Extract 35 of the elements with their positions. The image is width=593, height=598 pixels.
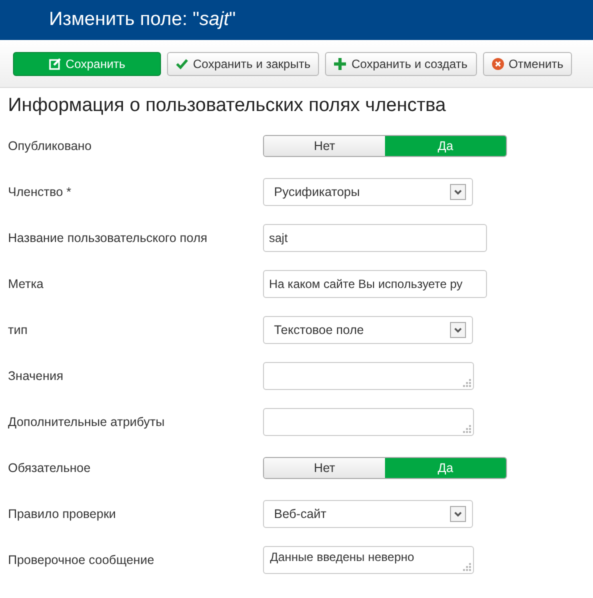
toggle-option[interactable]: Нет <box>264 136 385 156</box>
field-label: Обязательное <box>8 461 92 475</box>
edit-icon <box>48 58 61 70</box>
select-field[interactable]: Веб-сайт <box>263 500 473 528</box>
cancel-button[interactable]: Отменить <box>482 52 572 76</box>
field-label: Правило проверки <box>8 507 117 521</box>
toolbar-button[interactable]: Сохранить и создать <box>325 52 477 76</box>
page-title: Изменить поле: "sajt" <box>49 9 236 31</box>
field-label: Проверочное сообщение <box>8 553 156 567</box>
field-label: Членство * <box>8 185 72 199</box>
caret-icon <box>450 506 466 522</box>
resize-grip-icon <box>463 425 471 433</box>
text-area[interactable] <box>263 362 474 390</box>
field-label: Дополнительные атрибуты <box>8 415 166 429</box>
toolbar-button[interactable]: Сохранить и закрыть <box>167 52 320 76</box>
cancel-icon <box>492 58 504 70</box>
resize-grip-icon <box>463 379 471 387</box>
select-field[interactable]: Русификаторы <box>263 178 473 206</box>
field-label: тип <box>8 323 28 337</box>
select-field[interactable]: Текстовое поле <box>263 316 473 344</box>
field-label: Название пользовательского поля <box>8 231 208 245</box>
plus-icon <box>334 58 346 70</box>
input-field[interactable]: sajt <box>263 224 487 252</box>
text-area[interactable] <box>263 408 474 436</box>
check-icon <box>176 58 188 70</box>
resize-grip-icon <box>463 563 471 571</box>
caret-icon <box>450 322 466 338</box>
section-title: Информация о пользовательских полях членства <box>8 95 447 117</box>
field-label: Значения <box>8 369 64 383</box>
text-area[interactable]: Данные введены неверно <box>263 546 474 574</box>
caret-icon <box>450 184 466 200</box>
field-label: Опубликовано <box>8 139 93 153</box>
field-label: Метка <box>8 277 45 291</box>
toggle-option[interactable]: Нет <box>264 458 385 478</box>
input-field[interactable]: На каком сайте Вы используете ру <box>263 270 487 298</box>
